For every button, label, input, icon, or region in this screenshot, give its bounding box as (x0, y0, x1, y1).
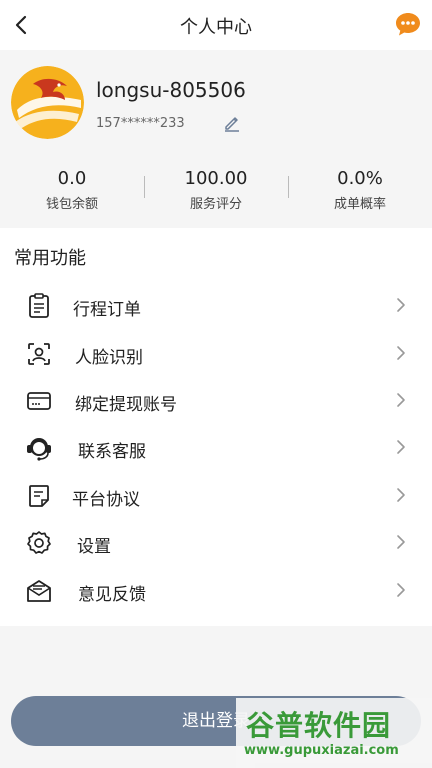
stat-label: 成单概率 (333, 197, 386, 212)
stat-label: 服务评分 (189, 197, 242, 212)
common-functions-menu: 常用功能 行程订单 人脸识别 绑定提现账号 联系客服 平台协议 设置 意见反馈 (0, 228, 432, 626)
menu-item-label: 意见反馈 (78, 585, 146, 605)
watermark: 谷普软件园 www.gupuxiazai.com (236, 698, 432, 768)
page-title: 个人中心 (180, 17, 252, 38)
gear-icon (25, 529, 53, 557)
menu-item-platform-agreement[interactable]: 平台协议 (0, 471, 432, 519)
watermark-url: www.gupuxiazai.com (244, 743, 399, 758)
chevron-right-icon (394, 344, 408, 362)
stat-wallet-balance[interactable]: 0.0 钱包余额 (0, 168, 144, 212)
menu-item-face-recognition[interactable]: 人脸识别 (0, 329, 432, 377)
stat-value: 0.0 (57, 168, 87, 189)
face-scan-icon (25, 340, 53, 368)
stat-order-rate[interactable]: 0.0% 成单概率 (288, 168, 432, 212)
top-bar: 个人中心 (0, 0, 432, 50)
menu-item-feedback[interactable]: 意见反馈 (0, 566, 432, 614)
menu-item-bind-withdraw-account[interactable]: 绑定提现账号 (0, 376, 432, 424)
message-button[interactable] (394, 10, 422, 38)
clipboard-icon (25, 292, 53, 320)
menu-item-settings[interactable]: 设置 (0, 518, 432, 566)
stat-label: 钱包余额 (45, 197, 98, 212)
chevron-right-icon (394, 581, 408, 599)
mail-icon (25, 577, 53, 605)
stat-value: 100.00 (184, 168, 248, 189)
stat-service-score[interactable]: 100.00 服务评分 (144, 168, 288, 212)
card-icon (25, 387, 53, 415)
menu-item-label: 联系客服 (78, 442, 146, 462)
stats-row: 0.0 钱包余额 100.00 服务评分 0.0% 成单概率 (0, 168, 432, 216)
menu-item-label: 行程订单 (73, 300, 141, 320)
menu-item-contact-support[interactable]: 联系客服 (0, 423, 432, 471)
edit-profile-button[interactable] (222, 113, 242, 133)
document-icon (25, 482, 53, 510)
phone-number: 157******233 (96, 116, 185, 131)
watermark-brand: 谷普软件园 (246, 709, 392, 742)
chat-bubble-icon (396, 13, 420, 36)
chevron-right-icon (394, 391, 408, 409)
avatar[interactable] (11, 66, 84, 139)
pencil-icon (225, 117, 239, 132)
username: longsu-805506 (96, 78, 246, 102)
chevron-right-icon (394, 296, 408, 314)
menu-item-label: 人脸识别 (75, 348, 143, 368)
profile-section: longsu-805506 157******233 0.0 钱包余额 100.… (0, 50, 432, 228)
menu-title: 常用功能 (14, 248, 86, 269)
dragon-logo-icon (11, 66, 84, 139)
chevron-right-icon (394, 438, 408, 456)
menu-item-label: 设置 (77, 537, 111, 557)
menu-item-label: 平台协议 (72, 490, 140, 510)
stat-value: 0.0% (337, 168, 383, 189)
menu-item-trip-orders[interactable]: 行程订单 (0, 281, 432, 329)
menu-item-label: 绑定提现账号 (75, 395, 177, 415)
chevron-right-icon (394, 533, 408, 551)
headset-icon (25, 434, 53, 462)
chevron-right-icon (394, 486, 408, 504)
